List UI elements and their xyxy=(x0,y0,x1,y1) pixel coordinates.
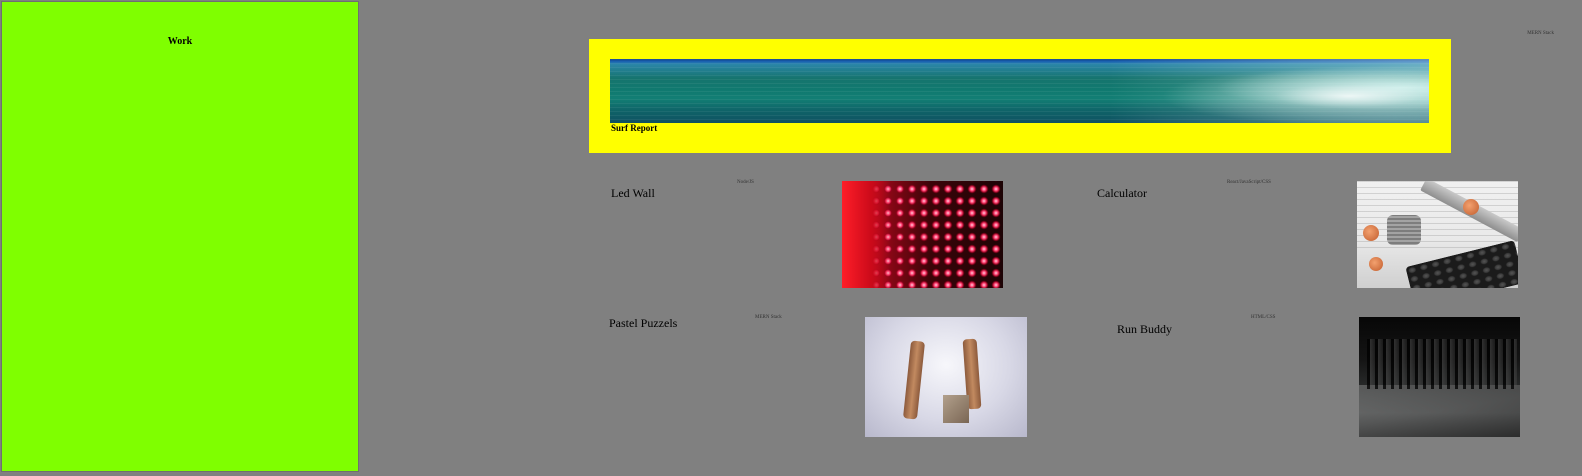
sidebar-title[interactable]: Work xyxy=(2,36,358,47)
runners-street-image[interactable] xyxy=(1359,317,1520,437)
project-title-led-wall[interactable]: Led Wall xyxy=(611,186,655,201)
calculator-coins-image[interactable] xyxy=(1357,181,1518,288)
project-tag-run-buddy: HTML/CSS xyxy=(1251,315,1276,320)
led-wall-image[interactable] xyxy=(842,181,1003,288)
featured-project-title[interactable]: Surf Report xyxy=(611,123,657,133)
penny-shape xyxy=(1369,257,1383,271)
featured-project-card[interactable]: Surf Report xyxy=(589,39,1451,153)
project-title-calculator[interactable]: Calculator xyxy=(1097,186,1147,201)
project-tag-calculator: React/JavaScript/CSS xyxy=(1227,180,1271,185)
header-tech-tag: MERN Stack xyxy=(1527,31,1554,36)
street-texture xyxy=(1359,385,1520,437)
project-title-pastel-puzzels[interactable]: Pastel Puzzels xyxy=(609,316,677,331)
project-title-run-buddy[interactable]: Run Buddy xyxy=(1117,322,1172,337)
penny-shape xyxy=(1363,225,1379,241)
wooden-figures-puzzle-image[interactable] xyxy=(865,317,1027,437)
coin-stack-shape xyxy=(1387,215,1421,245)
project-tag-pastel-puzzels: MERN Stack xyxy=(755,315,782,320)
ocean-waves-image[interactable] xyxy=(610,59,1429,123)
ocean-foam-texture xyxy=(1109,59,1429,123)
portfolio-page: Work MERN Stack Surf Report Led Wall Nod… xyxy=(0,0,1582,476)
sidebar-panel: Work xyxy=(1,1,359,472)
wooden-figure-left xyxy=(902,340,926,420)
puzzle-cube-shape xyxy=(943,395,969,423)
runners-crowd-shape xyxy=(1367,339,1517,389)
penny-shape xyxy=(1463,199,1479,215)
project-tag-led-wall: Node/JS xyxy=(737,180,754,185)
